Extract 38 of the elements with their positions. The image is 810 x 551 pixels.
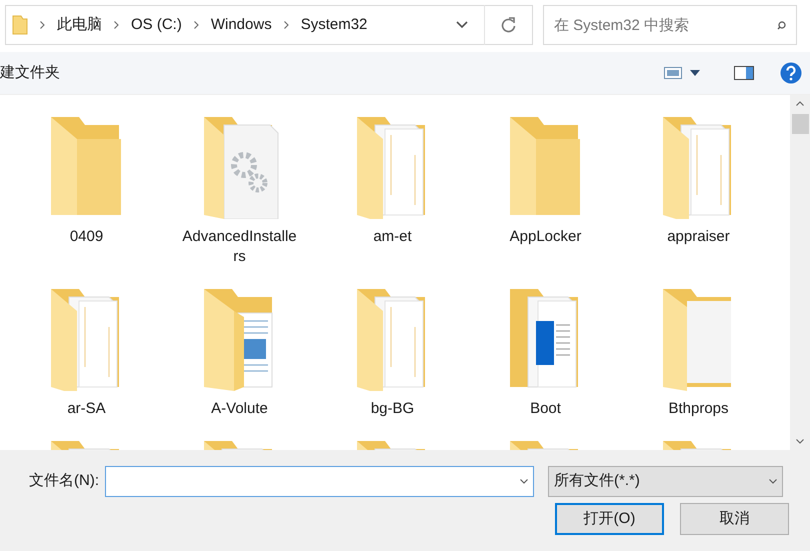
- chevron-icon[interactable]: [114, 21, 119, 29]
- folder-icon: [12, 15, 28, 35]
- breadcrumb[interactable]: 此电脑: [57, 14, 102, 36]
- dropdown-icon[interactable]: [456, 21, 468, 29]
- folder-label[interactable]: AdvancedInstallers: [182, 227, 298, 267]
- folder-label[interactable]: Boot: [488, 399, 604, 419]
- folder-label[interactable]: am-et: [334, 227, 450, 247]
- scroll-up-icon[interactable]: [796, 101, 804, 106]
- breadcrumb[interactable]: System32: [300, 14, 368, 36]
- folder-label[interactable]: bg-BG: [334, 399, 450, 419]
- chevron-icon[interactable]: [284, 21, 289, 29]
- view-icon[interactable]: [664, 67, 682, 79]
- folder-label[interactable]: ar-SA: [28, 399, 144, 419]
- new-folder-button[interactable]: 建文件夹: [0, 62, 60, 84]
- breadcrumb[interactable]: OS (C:): [131, 14, 182, 36]
- folder-label[interactable]: appraiser: [640, 227, 756, 247]
- help-icon[interactable]: [780, 62, 802, 84]
- breadcrumb[interactable]: Windows: [210, 14, 272, 36]
- scroll-down-icon[interactable]: [796, 439, 804, 444]
- file-name-label: 文件名(N):: [28, 471, 100, 492]
- preview-pane-icon[interactable]: [734, 66, 754, 80]
- folder-label[interactable]: Bthprops: [640, 399, 756, 419]
- folder-label[interactable]: A-Volute: [182, 399, 298, 419]
- scrollbar[interactable]: [790, 95, 810, 450]
- dropdown-icon[interactable]: [520, 479, 528, 484]
- caret-icon[interactable]: [690, 70, 700, 76]
- address-bar[interactable]: 此电脑 OS (C:) Windows System32: [5, 5, 533, 45]
- chevron-icon[interactable]: [194, 21, 199, 29]
- folder-label[interactable]: AppLocker: [488, 227, 604, 247]
- scroll-thumb[interactable]: [792, 114, 808, 134]
- file-type-dropdown[interactable]: 所有文件(*.*): [548, 466, 783, 497]
- chevron-icon[interactable]: [40, 21, 45, 29]
- search-icon: [777, 20, 786, 30]
- refresh-icon[interactable]: [501, 17, 516, 33]
- cancel-button[interactable]: 取消: [680, 503, 789, 535]
- open-button[interactable]: 打开(O): [555, 503, 664, 535]
- folder-label[interactable]: 0409: [28, 227, 144, 247]
- dropdown-icon[interactable]: [769, 479, 777, 484]
